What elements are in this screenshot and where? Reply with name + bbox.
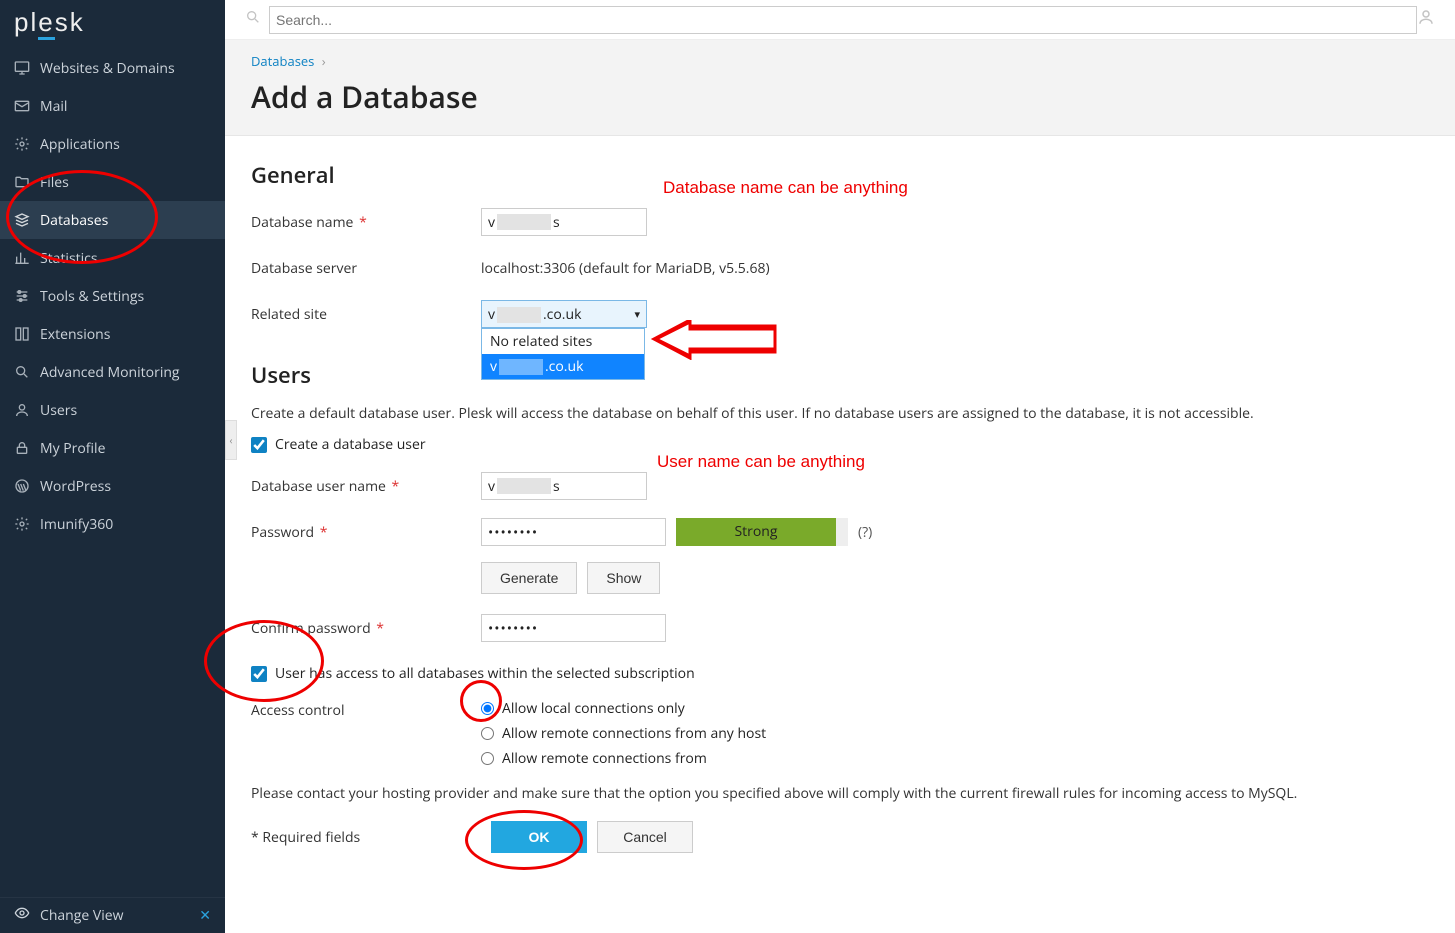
label-user-name: Database user name *	[251, 477, 481, 496]
sidebar-item-label: Users	[40, 401, 77, 420]
sidebar-nav: Websites & Domains Mail Applications Fil…	[0, 49, 225, 897]
gear-icon	[14, 136, 30, 152]
page-title: Add a Database	[251, 76, 1429, 117]
all-access-label: User has access to all databases within …	[275, 664, 695, 683]
strength-gap	[836, 518, 848, 546]
access-local-radio[interactable]	[481, 702, 494, 715]
access-from-label: Allow remote connections from	[502, 749, 707, 768]
sidebar-item-mail[interactable]: Mail	[0, 87, 225, 125]
sidebar-item-label: WordPress	[40, 477, 111, 496]
sidebar-collapse-handle[interactable]: ‹	[225, 420, 237, 460]
sidebar-item-label: My Profile	[40, 439, 105, 458]
access-from-radio[interactable]	[481, 752, 494, 765]
related-site-select[interactable]: v.co.uk ▾	[481, 300, 647, 328]
change-view-button[interactable]: Change View ✕	[0, 897, 225, 933]
sidebar-item-label: Tools & Settings	[40, 287, 144, 306]
sidebar-item-applications[interactable]: Applications	[0, 125, 225, 163]
create-user-label: Create a database user	[275, 435, 426, 454]
confirm-password-input[interactable]: ••••••••	[481, 614, 666, 642]
chevron-right-icon: ›	[322, 52, 326, 70]
sidebar-item-label: Advanced Monitoring	[40, 363, 180, 382]
password-input[interactable]: ••••••••	[481, 518, 666, 546]
gear-icon	[14, 516, 30, 532]
main-content: Databases › Add a Database General Datab…	[225, 0, 1455, 933]
sidebar-item-users[interactable]: Users	[0, 391, 225, 429]
sidebar-item-databases[interactable]: Databases	[0, 201, 225, 239]
required-fields-note: * Required fields	[251, 828, 481, 847]
breadcrumb: Databases ›	[251, 52, 1429, 70]
section-general: General	[251, 160, 1429, 190]
label-db-name: Database name *	[251, 213, 481, 232]
db-name-input[interactable]: vs	[481, 208, 647, 236]
sidebar-item-label: Statistics	[40, 249, 98, 268]
bars-icon	[14, 250, 30, 266]
chevron-down-icon: ▾	[634, 307, 640, 322]
change-view-label: Change View	[40, 906, 123, 925]
label-db-server: Database server	[251, 259, 481, 278]
sidebar-item-imunify[interactable]: Imunify360	[0, 505, 225, 543]
label-related-site: Related site	[251, 305, 481, 324]
breadcrumb-parent[interactable]: Databases	[251, 52, 314, 70]
sliders-icon	[14, 288, 30, 304]
sidebar-item-wordpress[interactable]: WordPress	[0, 467, 225, 505]
sidebar-item-label: Databases	[40, 211, 108, 230]
sidebar-item-label: Files	[40, 173, 69, 192]
show-button[interactable]: Show	[587, 562, 660, 594]
sidebar: plesk Websites & Domains Mail Applicatio…	[0, 0, 225, 933]
user-icon	[14, 402, 30, 418]
access-any-label: Allow remote connections from any host	[502, 724, 766, 743]
folder-icon	[14, 174, 30, 190]
dropdown-option-none[interactable]: No related sites	[482, 329, 644, 354]
eye-icon	[14, 905, 30, 926]
firewall-note: Please contact your hosting provider and…	[251, 784, 1429, 803]
search-icon	[245, 9, 261, 30]
sidebar-item-profile[interactable]: My Profile	[0, 429, 225, 467]
sidebar-item-tools[interactable]: Tools & Settings	[0, 277, 225, 315]
password-help[interactable]: (?)	[858, 523, 872, 542]
db-server-value: localhost:3306 (default for MariaDB, v5.…	[481, 259, 770, 278]
account-icon[interactable]	[1417, 8, 1435, 31]
panels-icon	[14, 326, 30, 342]
sidebar-item-label: Extensions	[40, 325, 110, 344]
cancel-button[interactable]: Cancel	[597, 821, 693, 853]
envelope-icon	[14, 98, 30, 114]
sidebar-item-files[interactable]: Files	[0, 163, 225, 201]
sidebar-item-websites[interactable]: Websites & Domains	[0, 49, 225, 87]
users-description: Create a default database user. Plesk wi…	[251, 404, 1429, 423]
label-confirm-password: Confirm password *	[251, 619, 481, 638]
label-password: Password *	[251, 523, 481, 542]
dropdown-option-site[interactable]: v.co.uk	[482, 354, 644, 379]
wordpress-icon	[14, 478, 30, 494]
sidebar-item-statistics[interactable]: Statistics	[0, 239, 225, 277]
label-access-control: Access control	[251, 697, 481, 720]
stack-icon	[14, 212, 30, 228]
db-user-name-input[interactable]: vs	[481, 472, 647, 500]
section-users: Users	[251, 360, 1429, 390]
sidebar-item-label: Applications	[40, 135, 120, 154]
redacted-block	[497, 214, 551, 230]
password-strength: Strong	[676, 518, 836, 546]
magnify-icon	[14, 364, 30, 380]
access-local-label: Allow local connections only	[502, 699, 685, 718]
sidebar-item-label: Mail	[40, 97, 67, 116]
sidebar-item-label: Websites & Domains	[40, 59, 175, 78]
related-site-dropdown: No related sites v.co.uk	[481, 328, 645, 380]
monitor-icon	[14, 60, 30, 76]
sidebar-item-extensions[interactable]: Extensions	[0, 315, 225, 353]
ok-button[interactable]: OK	[491, 821, 587, 853]
sidebar-item-monitoring[interactable]: Advanced Monitoring	[0, 353, 225, 391]
top-bar	[225, 0, 1455, 40]
brand-logo: plesk	[0, 0, 225, 45]
breadcrumb-bar: Databases › Add a Database	[225, 40, 1455, 136]
all-access-checkbox[interactable]	[251, 666, 267, 682]
search-input[interactable]	[269, 6, 1417, 34]
generate-button[interactable]: Generate	[481, 562, 577, 594]
close-icon[interactable]: ✕	[199, 906, 211, 925]
sidebar-item-label: Imunify360	[40, 515, 113, 534]
create-user-checkbox[interactable]	[251, 437, 267, 453]
lock-icon	[14, 440, 30, 456]
access-any-radio[interactable]	[481, 727, 494, 740]
